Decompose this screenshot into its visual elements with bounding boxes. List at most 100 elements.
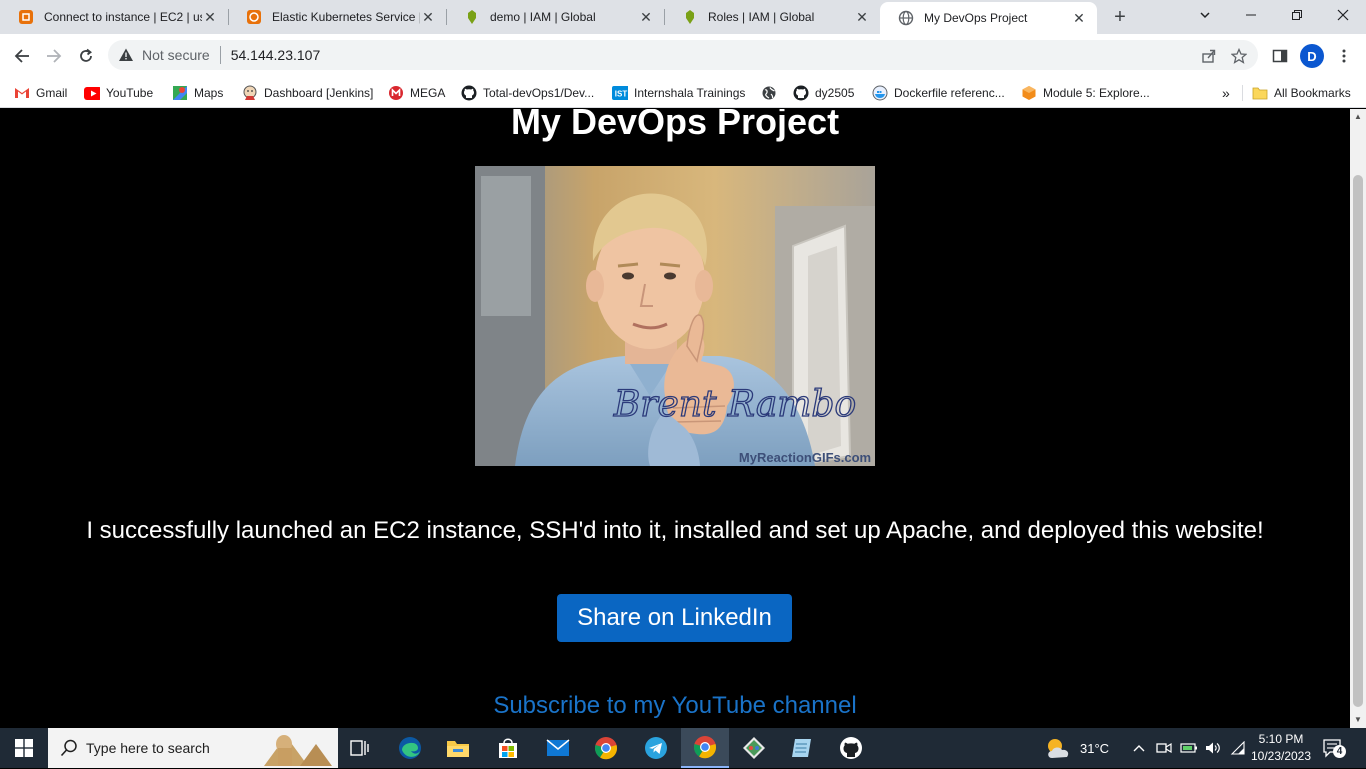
- tab-title: Roles | IAM | Global: [708, 10, 815, 24]
- tab-iam-demo[interactable]: demo | IAM | Global ✕: [446, 0, 664, 34]
- bookmark-mega[interactable]: MEGA: [388, 82, 445, 104]
- tab-search-button[interactable]: [1182, 0, 1228, 30]
- tab-title: My DevOps Project: [924, 11, 1028, 25]
- partly-cloudy-icon: [1044, 736, 1072, 760]
- browser-toolbar: Not secure 54.144.23.107 D: [0, 34, 1366, 78]
- bookmark-dy2505[interactable]: dy2505: [793, 82, 854, 104]
- bookmark-jenkins[interactable]: Dashboard [Jenkins]: [242, 82, 373, 104]
- start-button[interactable]: [0, 728, 48, 768]
- scroll-down-arrow-icon[interactable]: ▼: [1353, 715, 1363, 725]
- chrome-icon: [594, 737, 618, 760]
- star-icon[interactable]: [1230, 47, 1248, 65]
- docker-icon: [872, 85, 888, 101]
- taskbar-file-explorer[interactable]: [434, 728, 482, 768]
- tab-title: demo | IAM | Global: [490, 10, 596, 24]
- bookmark-label: Gmail: [36, 86, 68, 100]
- task-view-button[interactable]: [336, 728, 384, 768]
- bookmark-youtube[interactable]: YouTube: [84, 82, 153, 104]
- bookmarks-bar: Gmail YouTube Maps Dashboard [Jenkins] M…: [0, 78, 1366, 108]
- new-tab-button[interactable]: +: [1108, 5, 1132, 29]
- github-icon: [461, 85, 477, 101]
- restore-button[interactable]: [1274, 0, 1320, 30]
- chevron-up-icon: [1133, 745, 1145, 752]
- avatar[interactable]: D: [1300, 44, 1324, 68]
- battery-icon[interactable]: [1180, 728, 1198, 768]
- system-clock[interactable]: 5:10 PM 10/23/2023: [1248, 731, 1314, 765]
- address-bar[interactable]: Not secure 54.144.23.107: [108, 40, 1258, 70]
- page-scrollbar[interactable]: ▲ ▼: [1350, 109, 1366, 728]
- minimize-button[interactable]: [1228, 0, 1274, 30]
- scroll-up-arrow-icon[interactable]: ▲: [1353, 112, 1363, 122]
- meet-now-icon[interactable]: [1156, 728, 1172, 768]
- taskbar-telegram[interactable]: [632, 728, 680, 768]
- close-icon[interactable]: ✕: [1071, 10, 1087, 26]
- wifi-icon[interactable]: [1230, 728, 1246, 768]
- minimize-icon: [1246, 14, 1256, 16]
- thumbs-up-gif: Brent Rambo MyReactionGIFs.com: [475, 166, 875, 466]
- restore-icon: [1292, 10, 1302, 20]
- taskbar-edge[interactable]: [386, 728, 434, 768]
- bookmark-total-devops[interactable]: Total-devOps1/Dev...: [461, 82, 594, 104]
- tab-eks[interactable]: Elastic Kubernetes Service | us ✕: [228, 0, 446, 34]
- tab-my-devops-project[interactable]: My DevOps Project ✕: [880, 2, 1097, 34]
- share-icon[interactable]: [1200, 47, 1218, 65]
- globe-icon: [761, 85, 777, 101]
- scroll-thumb[interactable]: [1353, 175, 1363, 707]
- security-label[interactable]: Not secure: [142, 47, 210, 63]
- bookmark-dockerfile[interactable]: Dockerfile referenc...: [872, 82, 1005, 104]
- aws-iam-icon: [682, 9, 698, 25]
- close-icon[interactable]: ✕: [638, 9, 654, 25]
- url-text[interactable]: 54.144.23.107: [231, 47, 321, 63]
- reload-button[interactable]: [72, 42, 100, 70]
- module-icon: [1021, 85, 1037, 101]
- close-icon[interactable]: ✕: [854, 9, 870, 25]
- tab-title: Connect to instance | EC2 | us: [44, 10, 202, 24]
- taskbar-store[interactable]: [484, 728, 532, 768]
- weather-temperature: 31°C: [1080, 740, 1110, 756]
- taskbar-git[interactable]: [730, 728, 778, 768]
- gmail-icon: [14, 85, 30, 101]
- tab-iam-roles[interactable]: Roles | IAM | Global ✕: [664, 0, 880, 34]
- taskbar-mail[interactable]: [534, 728, 582, 768]
- bookmark-globe[interactable]: [761, 82, 783, 104]
- bookmark-label: Internshala Trainings: [634, 86, 746, 100]
- close-icon[interactable]: ✕: [202, 9, 218, 25]
- bookmark-label: YouTube: [106, 86, 154, 100]
- show-hidden-icons-button[interactable]: [1132, 728, 1146, 768]
- aws-eks-icon: [246, 9, 262, 25]
- share-linkedin-button[interactable]: Share on LinkedIn: [557, 594, 792, 642]
- aws-iam-icon: [464, 9, 480, 25]
- bookmark-gmail[interactable]: Gmail: [14, 82, 67, 104]
- bookmark-internshala[interactable]: IST Internshala Trainings: [612, 82, 745, 104]
- mega-icon: [388, 85, 404, 101]
- all-bookmarks-button[interactable]: All Bookmarks: [1252, 82, 1351, 104]
- close-icon[interactable]: ✕: [420, 9, 436, 25]
- close-window-button[interactable]: [1320, 0, 1366, 30]
- side-panel-button[interactable]: [1266, 42, 1294, 70]
- taskbar-notepad[interactable]: [778, 728, 826, 768]
- bookmark-module-5[interactable]: Module 5: Explore...: [1021, 82, 1150, 104]
- weather-widget[interactable]: 31°C: [1044, 728, 1109, 768]
- menu-button[interactable]: [1330, 42, 1358, 70]
- taskbar-chrome[interactable]: [582, 728, 630, 768]
- tab-ec2[interactable]: Connect to instance | EC2 | us ✕: [0, 0, 228, 34]
- telegram-icon: [645, 737, 667, 759]
- bookmark-maps[interactable]: Maps: [172, 82, 223, 104]
- search-icon: [60, 739, 78, 757]
- forward-button[interactable]: [40, 42, 68, 70]
- warning-icon[interactable]: [118, 47, 134, 63]
- taskbar-github-desktop[interactable]: [827, 728, 875, 768]
- youtube-subscribe-link[interactable]: Subscribe to my YouTube channel: [0, 692, 1350, 720]
- watermark-text: MyReactionGIFs.com: [739, 450, 871, 465]
- bookmark-label: Total-devOps1/Dev...: [483, 86, 595, 100]
- volume-icon[interactable]: [1204, 728, 1222, 768]
- bookmarks-overflow-button[interactable]: »: [1222, 82, 1230, 104]
- arrow-left-icon: [14, 49, 29, 63]
- store-icon: [499, 738, 517, 758]
- taskbar-chrome-active[interactable]: [681, 728, 729, 768]
- reload-icon: [80, 48, 92, 62]
- github-icon: [840, 737, 862, 759]
- back-button[interactable]: [8, 42, 36, 70]
- taskbar-search-box[interactable]: Type here to search: [48, 728, 338, 768]
- notification-center-button[interactable]: 4: [1322, 728, 1346, 768]
